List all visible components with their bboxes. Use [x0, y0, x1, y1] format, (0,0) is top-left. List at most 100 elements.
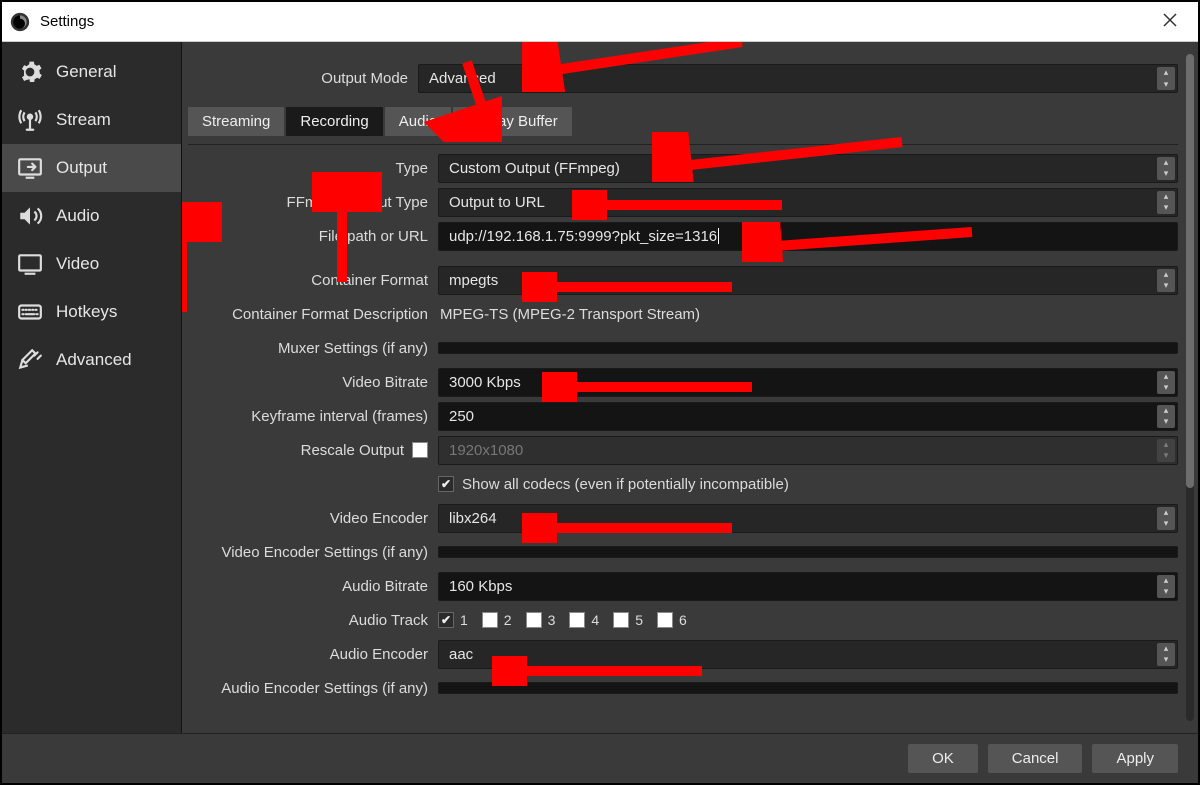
container-desc-label: Container Format Description: [188, 306, 438, 323]
audio-bitrate-input[interactable]: 160 Kbps ▴▾: [438, 572, 1178, 601]
audio-track-5-checkbox[interactable]: [613, 612, 629, 628]
chevron-up-icon: ▴: [1157, 191, 1175, 203]
audio-bitrate-label: Audio Bitrate: [188, 578, 438, 595]
sidebar-item-label: Output: [56, 158, 107, 178]
tab-replay-buffer[interactable]: Replay Buffer: [453, 107, 572, 136]
audio-encoder-settings-label: Audio Encoder Settings (if any): [188, 680, 438, 697]
advanced-icon: [16, 346, 44, 374]
keyframe-label: Keyframe interval (frames): [188, 408, 438, 425]
scrollbar-thumb[interactable]: [1186, 54, 1194, 488]
chevron-down-icon: ▾: [1157, 202, 1175, 214]
show-all-codecs-checkbox[interactable]: ✔: [438, 476, 454, 492]
sidebar-item-video[interactable]: Video: [2, 240, 181, 288]
step-up-icon[interactable]: ▴: [1157, 405, 1175, 417]
chevron-up-icon: ▴: [1157, 67, 1175, 79]
chevron-up-icon: ▴: [1157, 269, 1175, 281]
video-encoder-select[interactable]: libx264 ▴▾: [438, 504, 1178, 533]
ffmpeg-output-type-label: FFmpeg Output Type: [188, 194, 438, 211]
chevron-down-icon: ▾: [1157, 450, 1175, 462]
rescale-checkbox[interactable]: [412, 442, 428, 458]
video-encoder-settings-label: Video Encoder Settings (if any): [188, 544, 438, 561]
sidebar-item-label: Hotkeys: [56, 302, 117, 322]
settings-content: Output Mode Advanced ▴▾ Streaming Record…: [182, 42, 1198, 733]
chevron-down-icon: ▾: [1157, 654, 1175, 666]
video-bitrate-input[interactable]: 3000 Kbps ▴▾: [438, 368, 1178, 397]
audio-track-1-checkbox[interactable]: ✔: [438, 612, 454, 628]
output-mode-value: Advanced: [429, 70, 496, 87]
output-mode-label: Output Mode: [188, 70, 418, 87]
sidebar-item-stream[interactable]: Stream: [2, 96, 181, 144]
gear-icon: [16, 58, 44, 86]
chevron-down-icon: ▾: [1157, 79, 1175, 91]
window-title: Settings: [40, 13, 94, 30]
show-all-codecs-label: Show all codecs (even if potentially inc…: [462, 476, 789, 493]
chevron-down-icon: ▾: [1157, 518, 1175, 530]
audio-encoder-settings-input[interactable]: [438, 682, 1178, 694]
container-desc-value: MPEG-TS (MPEG-2 Transport Stream): [438, 306, 700, 323]
audio-encoder-select[interactable]: aac ▴▾: [438, 640, 1178, 669]
cancel-button[interactable]: Cancel: [988, 744, 1083, 773]
container-format-label: Container Format: [188, 272, 438, 289]
step-down-icon[interactable]: ▾: [1157, 586, 1175, 598]
step-down-icon[interactable]: ▾: [1157, 416, 1175, 428]
output-icon: [16, 154, 44, 182]
audio-icon: [16, 202, 44, 230]
audio-track-3-checkbox[interactable]: [526, 612, 542, 628]
titlebar: Settings: [2, 2, 1198, 42]
video-icon: [16, 250, 44, 278]
sidebar-item-label: Stream: [56, 110, 111, 130]
chevron-up-icon: ▴: [1157, 643, 1175, 655]
rescale-input: 1920x1080 ▴▾: [438, 436, 1178, 465]
file-path-label: File path or URL: [188, 228, 438, 245]
tab-streaming[interactable]: Streaming: [188, 107, 284, 136]
audio-track-group: ✔1 2 3 4 5 6: [438, 612, 687, 628]
container-format-select[interactable]: mpegts ▴▾: [438, 266, 1178, 295]
ffmpeg-output-type-select[interactable]: Output to URL ▴▾: [438, 188, 1178, 217]
obs-icon: [10, 12, 30, 32]
sidebar-item-general[interactable]: General: [2, 48, 181, 96]
type-select[interactable]: Custom Output (FFmpeg) ▴▾: [438, 154, 1178, 183]
sidebar-item-label: Advanced: [56, 350, 132, 370]
apply-button[interactable]: Apply: [1092, 744, 1178, 773]
ok-button[interactable]: OK: [908, 744, 978, 773]
stream-icon: [16, 106, 44, 134]
keyframe-input[interactable]: 250 ▴▾: [438, 402, 1178, 431]
video-encoder-settings-input[interactable]: [438, 546, 1178, 558]
sidebar-item-label: Audio: [56, 206, 99, 226]
video-encoder-label: Video Encoder: [188, 510, 438, 527]
chevron-up-icon: ▴: [1157, 439, 1175, 451]
audio-track-4-checkbox[interactable]: [569, 612, 585, 628]
sidebar-item-output[interactable]: Output: [2, 144, 181, 192]
output-mode-select[interactable]: Advanced ▴▾: [418, 64, 1178, 93]
output-tabs: Streaming Recording Audio Replay Buffer: [188, 107, 1178, 136]
video-bitrate-label: Video Bitrate: [188, 374, 438, 391]
sidebar-item-label: Video: [56, 254, 99, 274]
step-up-icon[interactable]: ▴: [1157, 575, 1175, 587]
rescale-label: Rescale Output: [301, 442, 404, 459]
step-down-icon[interactable]: ▾: [1157, 382, 1175, 394]
sidebar: General Stream Output Audio Video: [2, 42, 182, 733]
audio-track-2-checkbox[interactable]: [482, 612, 498, 628]
chevron-up-icon: ▴: [1157, 507, 1175, 519]
sidebar-item-advanced[interactable]: Advanced: [2, 336, 181, 384]
audio-encoder-label: Audio Encoder: [188, 646, 438, 663]
type-label: Type: [188, 160, 438, 177]
tab-audio[interactable]: Audio: [385, 107, 451, 136]
content-scrollbar[interactable]: [1186, 54, 1194, 721]
tab-recording[interactable]: Recording: [286, 107, 382, 136]
audio-track-6-checkbox[interactable]: [657, 612, 673, 628]
dialog-footer: OK Cancel Apply: [2, 733, 1198, 783]
muxer-settings-input[interactable]: [438, 342, 1178, 354]
sidebar-item-label: General: [56, 62, 116, 82]
muxer-settings-label: Muxer Settings (if any): [188, 340, 438, 357]
file-path-input[interactable]: udp://192.168.1.75:9999?pkt_size=1316: [438, 222, 1178, 251]
audio-track-label: Audio Track: [188, 612, 438, 629]
sidebar-item-audio[interactable]: Audio: [2, 192, 181, 240]
step-up-icon[interactable]: ▴: [1157, 371, 1175, 383]
chevron-down-icon: ▾: [1157, 168, 1175, 180]
chevron-down-icon: ▾: [1157, 280, 1175, 292]
chevron-up-icon: ▴: [1157, 157, 1175, 169]
close-button[interactable]: [1150, 11, 1190, 32]
hotkeys-icon: [16, 298, 44, 326]
sidebar-item-hotkeys[interactable]: Hotkeys: [2, 288, 181, 336]
